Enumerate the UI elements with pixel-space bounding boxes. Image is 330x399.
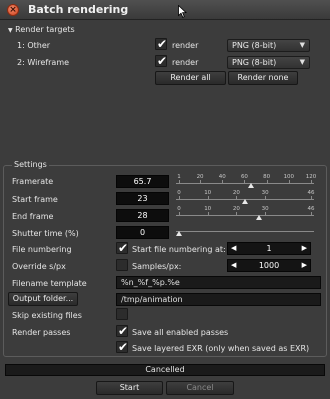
- override-spx-checkbox[interactable]: [116, 259, 128, 271]
- window-title: Batch rendering: [28, 3, 129, 16]
- shutter-time-input[interactable]: 0: [116, 226, 169, 239]
- cancel-button[interactable]: Cancel: [166, 381, 234, 395]
- target-1-format-dropdown[interactable]: PNG (8-bit) ▼: [227, 39, 310, 52]
- slider-thumb[interactable]: [256, 215, 263, 220]
- skip-existing-label: Skip existing files: [12, 311, 82, 320]
- save-layered-exr-label: Save layered EXR (only when saved as EXR…: [132, 344, 310, 353]
- check-icon: ✔: [117, 241, 129, 255]
- slider-tick: [236, 196, 238, 200]
- check-icon: ✔: [117, 340, 129, 354]
- shutter-time-label: Shutter time (%): [12, 229, 79, 238]
- settings-title: Settings: [12, 160, 49, 169]
- slider-track[interactable]: [176, 231, 314, 232]
- framerate-slider[interactable]: 1 20 40 60 80 100 120: [176, 174, 316, 190]
- render-passes-check-label: Save all enabled passes: [132, 328, 229, 337]
- slider-thumb[interactable]: [247, 183, 254, 188]
- check-icon: ✔: [156, 37, 168, 51]
- slider-tick: [200, 180, 202, 184]
- start-button[interactable]: Start: [96, 381, 163, 395]
- slider-tick: [311, 180, 312, 184]
- samples-spinbox[interactable]: ◀ 1000 ▶: [227, 259, 311, 272]
- file-numbering-value: 1: [266, 244, 272, 253]
- filename-template-input[interactable]: %n_%f_%p.%e: [116, 276, 321, 289]
- target-2-render-checkbox[interactable]: ✔: [155, 54, 168, 68]
- close-icon: ×: [9, 5, 17, 15]
- expander-icon: ▼: [8, 27, 13, 34]
- chevron-down-icon: ▼: [299, 58, 305, 66]
- override-spx-label: Override s/px: [12, 262, 66, 271]
- slider-tick: [207, 212, 209, 216]
- start-frame-input[interactable]: 23: [116, 192, 169, 205]
- slider-thumb[interactable]: [242, 199, 248, 204]
- end-frame-input[interactable]: 28: [116, 209, 169, 222]
- target-1-render-checkbox[interactable]: ✔: [155, 37, 168, 51]
- slider-tick: [311, 196, 312, 200]
- render-all-button[interactable]: Render all: [155, 71, 226, 85]
- increment-icon[interactable]: ▶: [302, 260, 307, 271]
- render-targets-header[interactable]: ▼ Render targets: [8, 25, 75, 34]
- render-none-button[interactable]: Render none: [228, 71, 298, 85]
- framerate-input[interactable]: 65.7: [116, 175, 169, 188]
- skip-existing-checkbox[interactable]: [116, 308, 128, 320]
- slider-tick: [311, 212, 312, 216]
- start-frame-label: Start frame: [12, 195, 58, 204]
- close-button[interactable]: ×: [7, 4, 19, 16]
- file-numbering-label: File numbering: [12, 245, 72, 254]
- target-2-render-label: render: [172, 58, 199, 67]
- check-icon: ✔: [156, 54, 168, 68]
- end-frame-slider[interactable]: 0 10 20 30 46: [176, 206, 315, 222]
- status-bar: Cancelled: [5, 364, 325, 376]
- file-numbering-checkbox[interactable]: ✔: [116, 241, 129, 255]
- slider-tick: [288, 180, 290, 184]
- slider-tick: [179, 180, 180, 184]
- slider-tick: [266, 180, 268, 184]
- framerate-label: Framerate: [12, 177, 54, 186]
- start-frame-slider[interactable]: 0 10 20 30 46: [176, 190, 315, 206]
- increment-icon[interactable]: ▶: [302, 243, 307, 254]
- slider-track[interactable]: [176, 215, 314, 216]
- render-targets-title: Render targets: [15, 25, 75, 34]
- end-frame-label: End frame: [12, 212, 54, 221]
- render-passes-checkbox[interactable]: ✔: [116, 324, 129, 338]
- target-2-format-dropdown[interactable]: PNG (8-bit) ▼: [227, 56, 310, 69]
- file-numbering-spinbox[interactable]: ◀ 1 ▶: [227, 242, 311, 255]
- slider-tick: [207, 196, 209, 200]
- filename-template-label: Filename template: [12, 279, 87, 288]
- samples-value: 1000: [258, 261, 280, 270]
- slider-tick: [265, 196, 267, 200]
- slider-tick: [179, 212, 180, 216]
- target-2-format-value: PNG (8-bit): [232, 58, 277, 67]
- slider-thumb[interactable]: [176, 231, 182, 236]
- slider-tick: [179, 196, 180, 200]
- target-1-format-value: PNG (8-bit): [232, 41, 277, 50]
- title-bar: × Batch rendering: [0, 0, 330, 20]
- mouse-cursor-icon: [178, 5, 187, 18]
- slider-tick: [265, 212, 267, 216]
- shutter-time-slider[interactable]: [176, 222, 314, 238]
- target-1-render-label: render: [172, 41, 199, 50]
- override-spx-check-label: Samples/px:: [132, 262, 182, 271]
- output-folder-button[interactable]: Output folder...: [8, 292, 78, 306]
- save-layered-exr-checkbox[interactable]: ✔: [116, 340, 129, 354]
- target-2-label: 2: Wireframe: [17, 58, 70, 67]
- render-passes-label: Render passes: [12, 328, 71, 337]
- chevron-down-icon: ▼: [299, 41, 305, 49]
- slider-tick: [222, 180, 224, 184]
- slider-tick: [244, 180, 246, 184]
- target-1-label: 1: Other: [17, 41, 51, 50]
- check-icon: ✔: [117, 324, 129, 338]
- slider-tick: [236, 212, 238, 216]
- file-numbering-check-label: Start file numbering at:: [132, 245, 226, 254]
- output-folder-input[interactable]: /tmp/animation: [116, 293, 321, 306]
